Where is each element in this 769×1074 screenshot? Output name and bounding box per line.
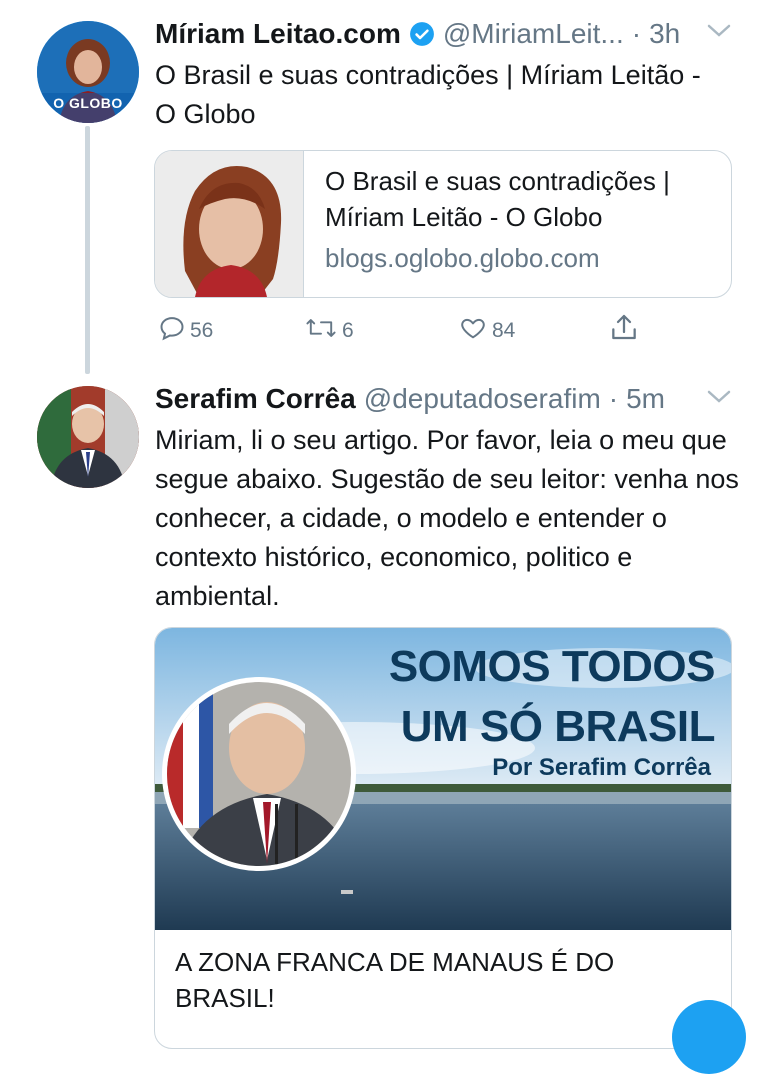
card-image: SOMOS TODOS UM SÓ BRASIL Por Serafim Cor… [155,628,731,930]
link-card-title: O Brasil e suas contradições | Míriam Le… [325,166,670,232]
separator: · [608,383,619,414]
image-link-card[interactable]: SOMOS TODOS UM SÓ BRASIL Por Serafim Cor… [154,627,732,1049]
heart-icon [458,314,488,348]
reply-icon [158,314,186,348]
link-card-thumbnail [155,151,304,297]
chevron-down-icon[interactable] [706,22,732,45]
handle[interactable]: @deputadoserafim [364,383,601,415]
avatar[interactable]: O GLOBO [37,21,139,123]
verified-badge-icon [409,21,435,47]
retweet-count: 6 [342,319,354,342]
display-name[interactable]: Míriam Leitao.com [155,18,401,50]
retweet-button[interactable]: 6 [304,314,354,348]
link-card-domain: blogs.oglobo.globo.com [325,243,600,273]
like-button[interactable]: 84 [458,314,515,348]
tweet-text: Miriam, li o seu artigo. Por favor, leia… [155,425,739,611]
reply-button[interactable]: 56 [158,314,213,348]
avatar[interactable] [37,386,139,488]
link-card[interactable]: O Brasil e suas contradições | Míriam Le… [154,150,732,298]
banner-headline-line1: SOMOS TODOS [388,642,716,691]
compose-tweet-button[interactable] [672,1000,746,1074]
tweet-header: Serafim Corrêa @deputadoserafim · 5m [155,381,665,417]
handle[interactable]: @MiriamLeit... [443,18,624,50]
avatar-image [37,386,139,488]
display-name[interactable]: Serafim Corrêa [155,383,356,415]
share-icon [608,312,640,350]
timestamp[interactable]: 5m [626,383,665,415]
timestamp[interactable]: 3h [649,18,680,50]
tweet-header: Míriam Leitao.com @MiriamLeit... · 3h [155,16,680,52]
like-count: 84 [492,319,516,342]
card-title: A ZONA FRANCA DE MANAUS É DO BRASIL! [175,947,615,1013]
share-button[interactable] [608,312,640,350]
tweet-text: O Brasil e suas contradições | Míriam Le… [155,60,701,129]
retweet-icon [304,314,338,348]
reply-count: 56 [190,319,214,342]
chevron-down-icon[interactable] [706,388,732,411]
avatar-badge: O GLOBO [53,95,123,111]
banner-headline-line2: UM SÓ BRASIL [400,702,716,751]
separator: · [631,18,642,49]
banner-byline: Por Serafim Corrêa [492,754,711,781]
tweet-actions: 56 6 84 [0,312,769,348]
